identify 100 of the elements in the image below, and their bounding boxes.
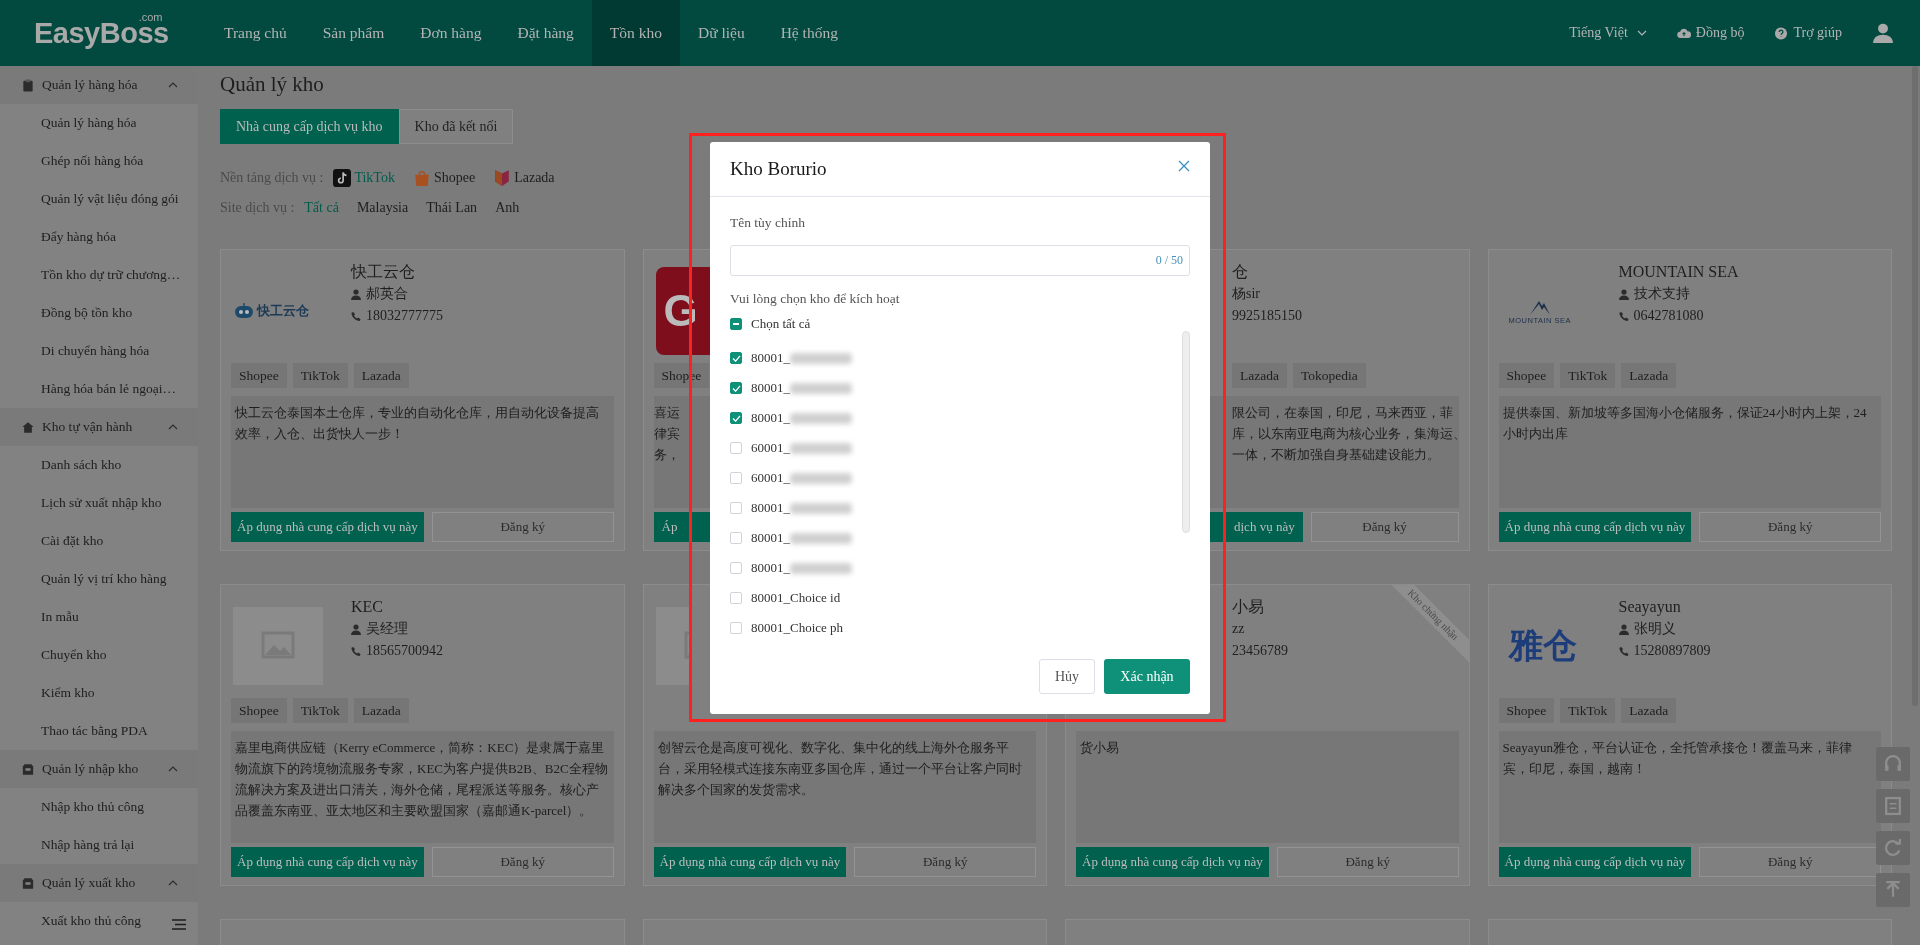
nav-tab[interactable]: Trang chủ	[206, 0, 305, 66]
house-icon	[22, 420, 34, 434]
register-button[interactable]: Đăng ký	[431, 512, 614, 542]
nav-tab[interactable]: Dữ liệu	[679, 0, 763, 66]
sidebar-group[interactable]: Quản lý nhập kho	[0, 750, 198, 788]
inbox-icon	[22, 762, 34, 776]
register-button[interactable]: Đăng ký	[1699, 847, 1881, 877]
nav-tab[interactable]: Hệ thống	[762, 0, 856, 66]
sidebar-item[interactable]: Quản lý vật liệu đóng gói	[0, 180, 198, 218]
site-option[interactable]: Thái Lan	[426, 200, 478, 216]
sidebar-item[interactable]: Nhập hàng trả lại	[0, 826, 198, 864]
help-link[interactable]: Trợ giúp	[1774, 25, 1842, 41]
description-text: 喜运	[653, 404, 680, 422]
register-button[interactable]: Đăng ký	[1276, 847, 1459, 877]
checkbox-label[interactable]: 60001_	[751, 470, 790, 486]
platform-option[interactable]: Lazada	[493, 169, 555, 187]
register-button[interactable]: Đăng ký	[1699, 512, 1881, 542]
sidebar-item[interactable]: Kiểm kho	[0, 674, 198, 712]
platform-tag: Shopee	[1498, 698, 1555, 723]
checkbox-label[interactable]: 80001_	[751, 560, 790, 576]
sidebar-item[interactable]: Lịch sử xuất nhập kho	[0, 484, 198, 522]
sidebar-item[interactable]: Chuyển kho	[0, 636, 198, 674]
logo[interactable]: EasyBoss .com	[0, 16, 198, 50]
sidebar-item[interactable]: Di chuyển hàng hóa	[0, 332, 198, 370]
contact-name: zz	[1232, 620, 1245, 638]
refresh-icon[interactable]	[1876, 831, 1910, 865]
description-text: 提供泰国、新加坡等多国海小仓储服务，保证24小时内上架，24小时内出库	[1502, 404, 1868, 443]
register-button[interactable]: Đăng ký	[854, 847, 1036, 877]
provider-name: Seayayun	[1618, 597, 1682, 618]
checkbox-label[interactable]: Chọn tất cả	[751, 316, 811, 332]
sidebar-item[interactable]: Quản lý vị trí kho hàng	[0, 560, 198, 598]
checkbox[interactable]	[730, 352, 742, 364]
checkbox-label[interactable]: 80001_	[751, 500, 790, 516]
register-button[interactable]: Đăng ký	[431, 847, 614, 877]
sidebar-item[interactable]: In mẫu	[0, 598, 198, 636]
nav-tab[interactable]: Tồn kho	[591, 0, 680, 66]
tab[interactable]: Kho đã kết nối	[398, 109, 514, 144]
provider-name: 仓	[1232, 262, 1249, 282]
page-title: Quản lý kho	[220, 71, 325, 98]
checkbox-label[interactable]: 80001_	[751, 530, 790, 546]
dialog-title: Kho Borurio	[730, 158, 828, 180]
menu-icon[interactable]	[172, 919, 186, 930]
sidebar-item[interactable]: Danh sách kho	[0, 446, 198, 484]
contact-name: 郝英合	[366, 285, 408, 303]
sidebar-item[interactable]: Nhập kho thủ công	[0, 788, 198, 826]
register-button[interactable]: Đăng ký	[1310, 512, 1459, 542]
checkbox-label[interactable]: 80001_	[751, 410, 790, 426]
scrollbar[interactable]	[1912, 66, 1918, 706]
sidebar-item[interactable]: Đồng bộ tồn kho	[0, 294, 198, 332]
checkbox[interactable]	[730, 318, 742, 330]
scrollbar[interactable]	[1182, 331, 1190, 533]
sidebar-item[interactable]: Đẩy hàng hóa	[0, 218, 198, 256]
platform-tag: Lazada	[353, 698, 409, 723]
nav-tab[interactable]: Đặt hàng	[499, 0, 592, 66]
upload-icon[interactable]	[1876, 873, 1910, 907]
sidebar-item[interactable]: Quản lý hàng hóa	[0, 104, 198, 142]
user-icon[interactable]	[1872, 22, 1894, 44]
checkbox-label[interactable]: 80001_	[751, 380, 790, 396]
checkbox[interactable]	[730, 382, 742, 394]
nav-tab[interactable]: Sản phẩm	[304, 0, 403, 66]
cancel-button[interactable]: Hủy	[1039, 659, 1095, 694]
headset-icon[interactable]	[1876, 747, 1910, 781]
sidebar-item[interactable]: Thao tác bằng PDA	[0, 712, 198, 750]
sidebar-item[interactable]: Cài đặt kho	[0, 522, 198, 560]
checkbox-label[interactable]: 80001_Choice ph	[751, 620, 844, 636]
name-input-field[interactable]: 0 / 50	[730, 245, 1190, 276]
apply-button[interactable]: Áp dụng nhà cung cấp dịch vụ này	[231, 847, 424, 877]
document-icon[interactable]	[1876, 789, 1910, 823]
person-icon	[1618, 288, 1629, 300]
close-icon[interactable]	[1178, 160, 1190, 172]
apply-button[interactable]: Áp dụng nhà cung cấp dịch vụ này	[231, 512, 424, 542]
nav-tab[interactable]: Đơn hàng	[402, 0, 500, 66]
sidebar-item[interactable]: Hàng hóa bán lẻ ngoại…	[0, 370, 198, 408]
apply-button[interactable]: Áp dụng nhà cung cấp dịch vụ này	[653, 847, 847, 877]
apply-button[interactable]: Áp dụng nhà cung cấp dịch vụ này	[1498, 512, 1692, 542]
sync-link[interactable]: Đồng bộ	[1676, 25, 1745, 41]
sidebar-group[interactable]: Quản lý hàng hóa	[0, 66, 198, 104]
music-note-icon	[333, 169, 352, 187]
confirm-button[interactable]: Xác nhận	[1104, 659, 1190, 694]
site-option[interactable]: Malaysia	[356, 200, 409, 216]
language-dropdown[interactable]: Tiếng Việt	[1569, 25, 1647, 41]
sidebar-item[interactable]: Tồn kho dự trữ chương…	[0, 256, 198, 294]
site-option[interactable]: Anh	[495, 200, 520, 216]
person-icon	[1618, 623, 1629, 635]
platform-tag: TikTok	[292, 363, 348, 388]
sidebar-group[interactable]: Quản lý xuất kho	[0, 864, 198, 902]
sidebar-item[interactable]: Xuất kho thủ công	[0, 902, 198, 940]
provider-name: 小易	[1232, 597, 1265, 617]
tab[interactable]: Nhà cung cấp dịch vụ kho	[220, 109, 399, 144]
checkbox-label[interactable]: 80001_	[751, 350, 790, 366]
phone-icon	[1618, 310, 1629, 322]
platform-option[interactable]: Shopee	[412, 169, 476, 187]
sidebar-group[interactable]: Kho tự vận hành	[0, 408, 198, 446]
platform-tag: Shopee	[231, 698, 287, 723]
checkbox-label[interactable]: 60001_	[751, 440, 790, 456]
checkbox-label[interactable]: 80001_Choice id	[751, 590, 841, 606]
sidebar-item[interactable]: Ghép nối hàng hóa	[0, 142, 198, 180]
apply-button[interactable]: Áp dụng nhà cung cấp dịch vụ này	[1498, 847, 1692, 877]
apply-button[interactable]: Áp dụng nhà cung cấp dịch vụ này	[1076, 847, 1269, 877]
checkbox[interactable]	[730, 412, 742, 424]
